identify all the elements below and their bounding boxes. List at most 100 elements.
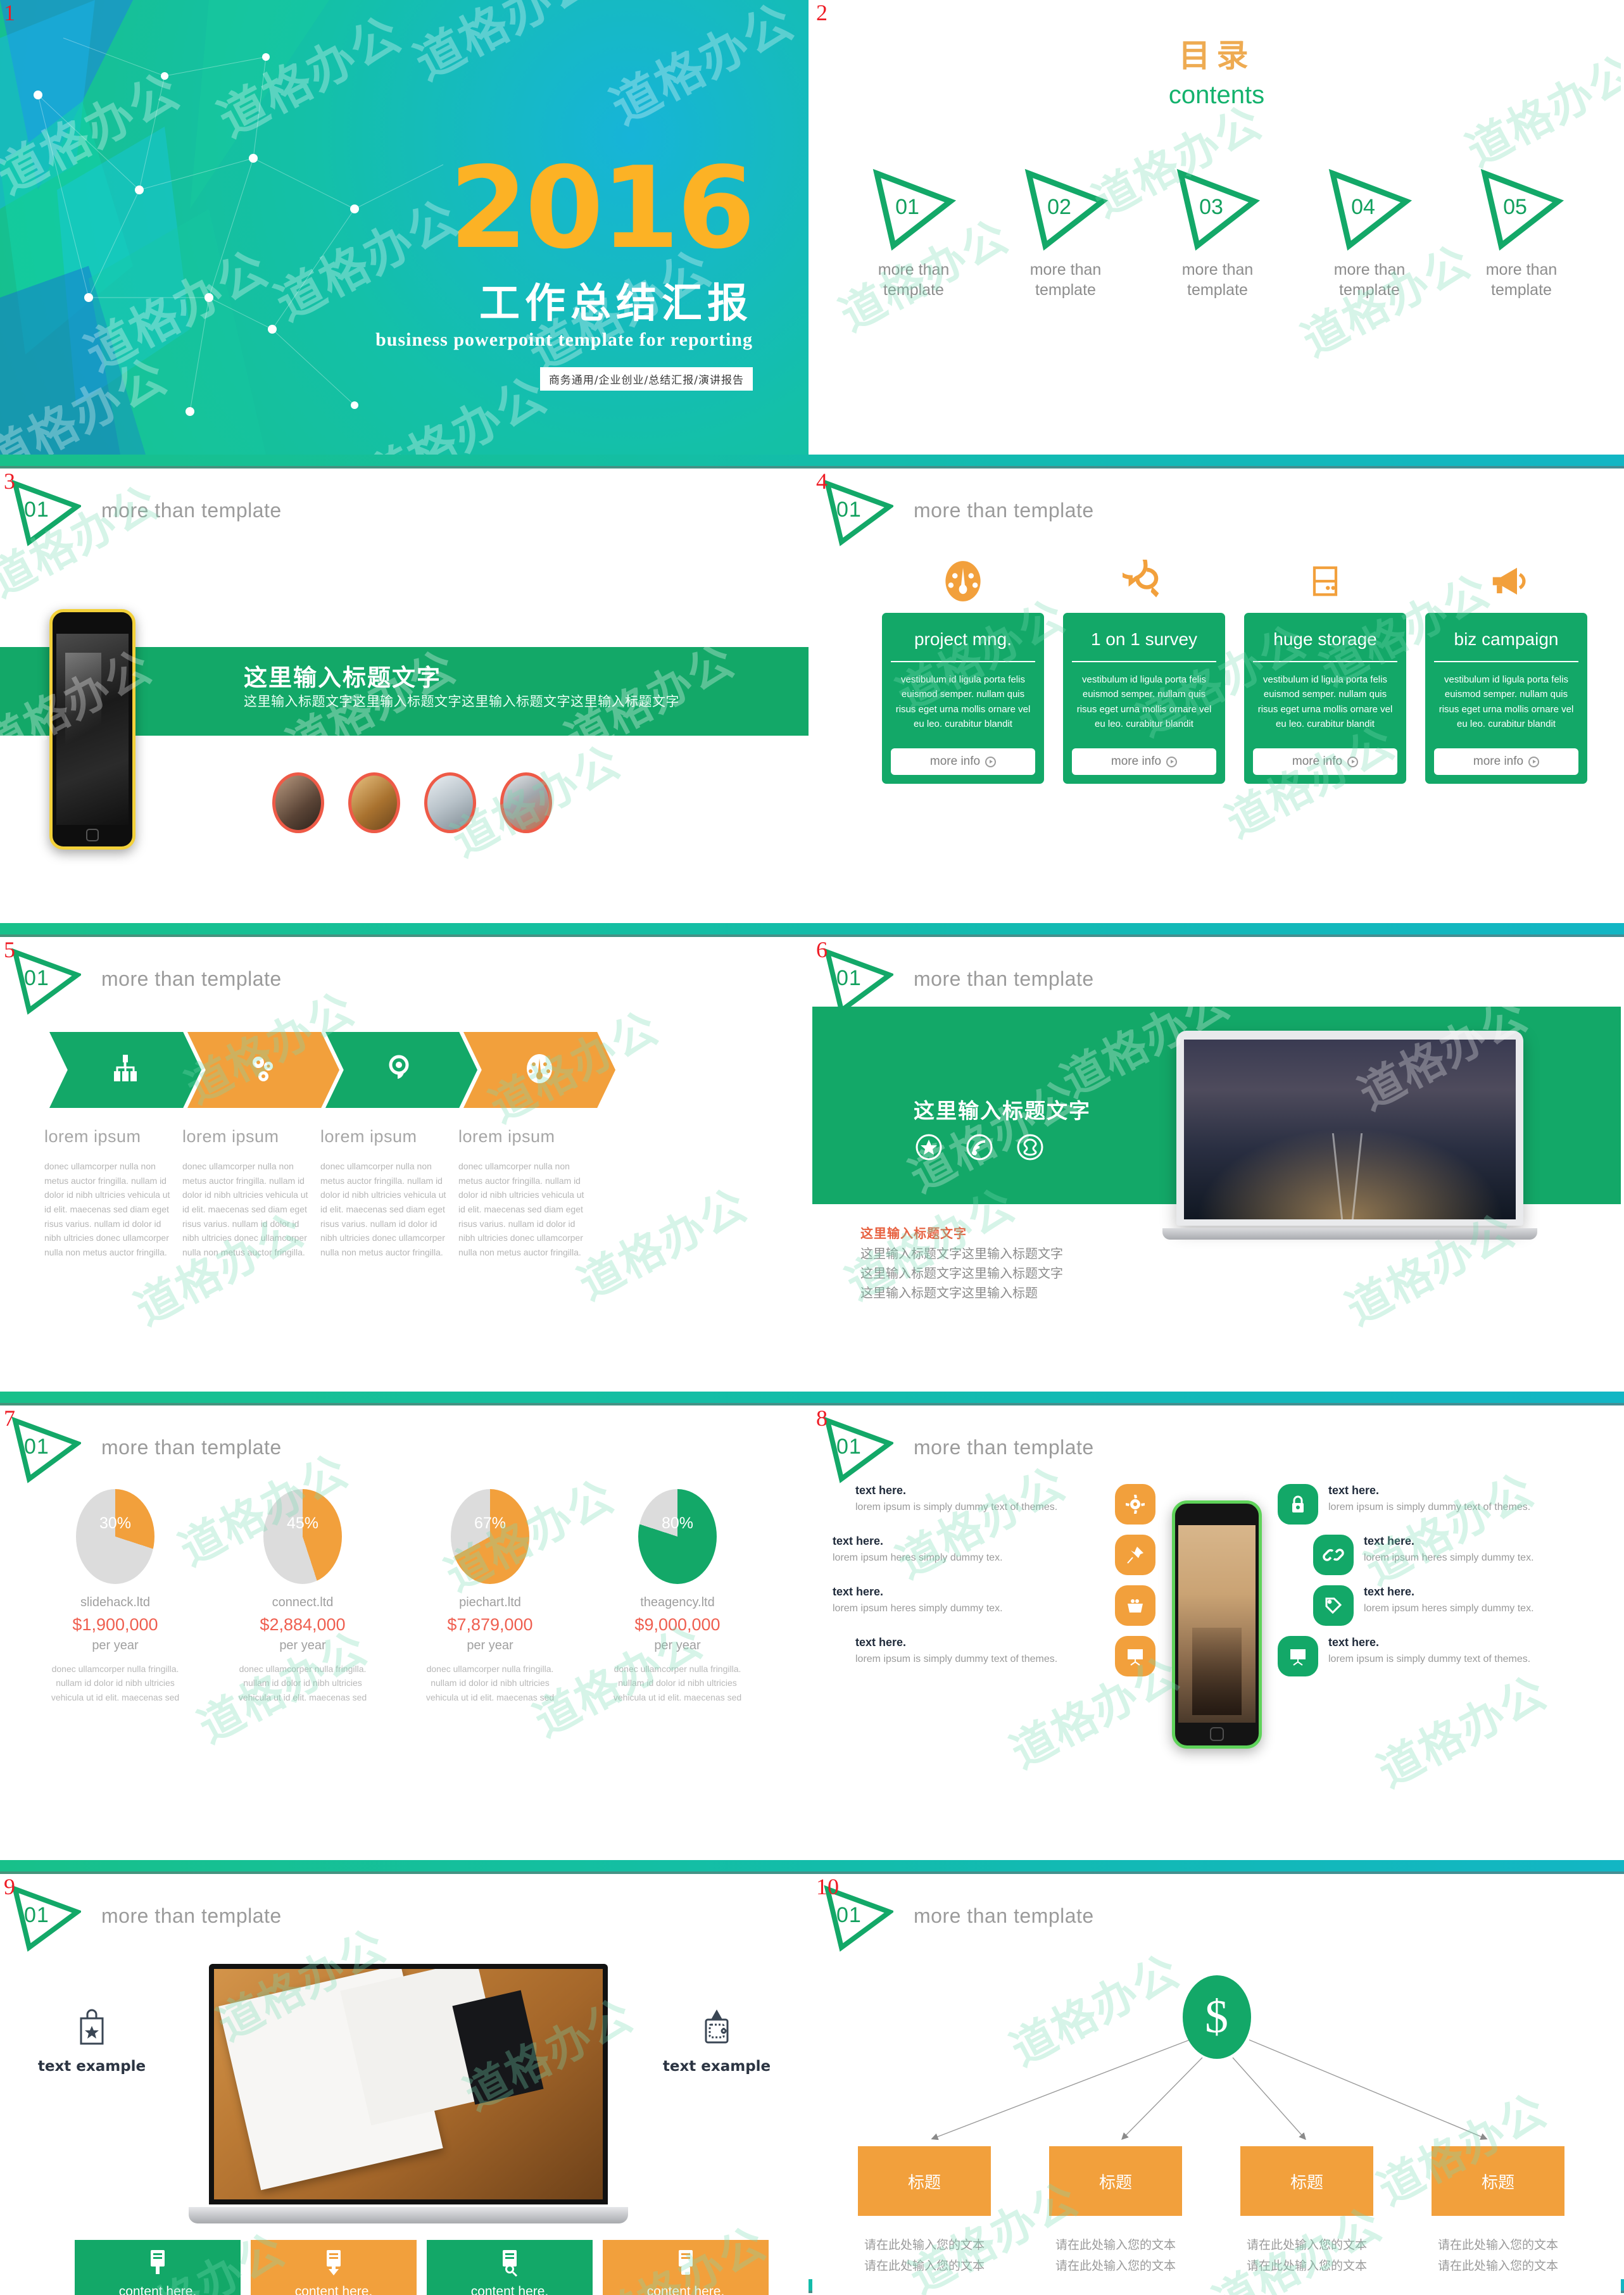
chevron-step[interactable] (325, 1032, 477, 1108)
wallet-pen-icon (700, 2009, 734, 2049)
feature-item[interactable]: text here. lorem ipsum is simply dummy t… (1278, 1636, 1613, 1676)
slide-6[interactable]: 道格办公 道格办公 道格办公 道格办公 道格办公 6 01 more than … (812, 937, 1621, 1392)
flower-icon (1016, 1133, 1044, 1164)
feature-item[interactable]: text here. lorem ipsum heres simply dumm… (820, 1585, 1155, 1626)
thumbnail-laptop[interactable] (424, 772, 476, 833)
section-header: 01 more than template (6, 946, 809, 1015)
more-info-button[interactable]: more info (1434, 748, 1578, 775)
card[interactable]: 1 on 1 survey vestibulum id ligula porta… (1063, 555, 1225, 784)
org-box-caption: 请在此处输入您的文本 请在此处输入您的文本 (1055, 2239, 1176, 2273)
more-info-label: more info (929, 755, 981, 768)
contents-item[interactable]: 01 more than template (850, 165, 977, 300)
card[interactable]: biz campaign vestibulum id ligula porta … (1425, 555, 1587, 784)
more-info-label: more info (1292, 755, 1343, 768)
laptop-base (189, 2207, 628, 2223)
section-label: more than template (914, 967, 1094, 990)
cover-year: 2016 (449, 142, 755, 274)
card-body: biz campaign vestibulum id ligula porta … (1425, 613, 1587, 784)
feature-item[interactable]: text here. lorem ipsum is simply dummy t… (1278, 1484, 1613, 1525)
card[interactable]: huge storage vestibulum id ligula porta … (1244, 555, 1406, 784)
thumbnail-camera[interactable] (272, 772, 324, 833)
contents-item-label: more than template (1333, 261, 1406, 299)
gears-icon (247, 1052, 280, 1088)
phone-home-button (86, 829, 99, 841)
feature-item[interactable]: text here. lorem ipsum is simply dummy t… (855, 1484, 1155, 1525)
more-info-button[interactable]: more info (1072, 748, 1216, 775)
org-box[interactable]: 标题 请在此处输入您的文本 请在此处输入您的文本 (1432, 2146, 1564, 2277)
slide-9[interactable]: 道格办公 道格办公 道格办公 道格办公 9 01 more than templ… (0, 1874, 809, 2295)
play-circle-icon (1528, 756, 1540, 767)
section-number: 01 (836, 498, 862, 522)
column-title: lorem ipsum (320, 1127, 417, 1146)
feature-body: lorem ipsum heres simply dummy tex. (833, 1603, 1003, 1614)
laptop-screen-image (214, 1969, 603, 2199)
column-body: donec ullamcorper nulla non metus auctor… (44, 1161, 170, 1258)
feature-text: text here. lorem ipsum is simply dummy t… (1328, 1484, 1601, 1514)
org-box[interactable]: 标题 请在此处输入您的文本 请在此处输入您的文本 (858, 2146, 991, 2277)
chevron-row (49, 1032, 615, 1108)
slide-10[interactable]: 道格办公 道格办公 道格办公 道格办公 10 01 more than temp… (812, 1874, 1621, 2295)
gear-icon (1115, 1484, 1155, 1525)
column-body: donec ullamcorper nulla non metus auctor… (320, 1161, 446, 1258)
pie-name: connect.ltd (272, 1595, 334, 1609)
feature-item[interactable]: text here. lorem ipsum is simply dummy t… (855, 1636, 1155, 1676)
slide-deck-sheet: 道格办公 道格办公 道格办公 道格办公 道格办公 道格办公 道格办公 道格办公 … (0, 0, 1624, 2295)
thumbnail-desk[interactable] (348, 772, 400, 833)
org-box[interactable]: 标题 请在此处输入您的文本 请在此处输入您的文本 (1240, 2146, 1373, 2277)
chevron-step[interactable] (463, 1032, 615, 1108)
org-chart-icon (109, 1052, 142, 1088)
pie-percent: 80% (661, 1514, 694, 1532)
chevron-step[interactable] (187, 1032, 339, 1108)
contents-item-label: more than template (878, 261, 950, 299)
contents-item[interactable]: 05 more than template (1458, 165, 1585, 300)
feature-title: text here. (855, 1636, 907, 1649)
card[interactable]: project mng. vestibulum id ligula porta … (882, 555, 1044, 784)
feature-item[interactable]: text here. lorem ipsum heres simply dumm… (820, 1535, 1155, 1575)
thumbnail-hands[interactable] (500, 772, 552, 833)
slide-7[interactable]: 道格办公 道格办公 道格办公 道格办公 7 01 more than templ… (0, 1405, 809, 1860)
chevron-step[interactable] (49, 1032, 201, 1108)
play-circle-icon (1347, 756, 1359, 767)
contents-item-number: 05 (1503, 195, 1527, 219)
pie-percent: 45% (286, 1514, 319, 1532)
pie-name: theagency.ltd (640, 1595, 715, 1609)
tile-label: content here. (118, 2284, 197, 2295)
more-info-button[interactable]: more info (1253, 748, 1397, 775)
row-separator-3 (0, 1392, 1624, 1405)
contents-title-zh: 目录 (1178, 37, 1255, 74)
slide-5[interactable]: 道格办公 道格办公 道格办公 道格办公 5 01 more than templ… (0, 937, 809, 1392)
pie-chart-item: 80% theagency.ltd $9,000,000 per year do… (595, 1489, 760, 1704)
dollar-icon: $ (1205, 1991, 1228, 2043)
slide-number: 8 (816, 1405, 828, 1431)
content-tile[interactable]: content here. (603, 2240, 769, 2295)
laptop-base (1162, 1228, 1537, 1240)
slide-1-cover[interactable]: 道格办公 道格办公 道格办公 道格办公 道格办公 道格办公 道格办公 道格办公 … (0, 0, 809, 455)
org-box[interactable]: 标题 请在此处输入您的文本 请在此处输入您的文本 (1049, 2146, 1182, 2277)
feature-item[interactable]: text here. lorem ipsum heres simply dumm… (1313, 1535, 1613, 1575)
more-info-button[interactable]: more info (891, 748, 1035, 775)
side-icon-label: text example (662, 2058, 771, 2075)
content-tile[interactable]: content here. (251, 2240, 417, 2295)
contents-item[interactable]: 03 more than template (1154, 165, 1281, 300)
content-tile[interactable]: content here. (427, 2240, 593, 2295)
org-box-head: 标题 (1240, 2146, 1373, 2216)
card-title: huge storage (1253, 613, 1397, 662)
laptop-mockup (1162, 1031, 1537, 1240)
slide-3[interactable]: 道格办公 道格办公 道格办公 道格办公 道格办公 3 01 more than … (0, 468, 809, 923)
tile-label: content here. (646, 2284, 725, 2295)
org-box-caption: 请在此处输入您的文本 请在此处输入您的文本 (864, 2239, 985, 2273)
content-tile[interactable]: content here. (75, 2240, 241, 2295)
phone-mockup (49, 609, 135, 850)
side-icon-left: text example (19, 2007, 165, 2075)
slide-8[interactable]: 道格办公 道格办公 道格办公 道格办公 8 01 more than templ… (812, 1405, 1621, 1860)
pie-chart-item: 30% slidehack.ltd $1,900,000 per year do… (33, 1489, 198, 1704)
feature-item[interactable]: text here. lorem ipsum heres simply dumm… (1313, 1585, 1613, 1626)
slide-4[interactable]: 道格办公 道格办公 道格办公 道格办公 4 01 more than templ… (812, 468, 1621, 923)
contents-item[interactable]: 04 more than template (1306, 165, 1433, 300)
slide-2-contents[interactable]: 道格办公 道格办公 道格办公 道格办公 2 目录 contents 01 mor… (812, 0, 1621, 455)
card-title: biz campaign (1434, 613, 1578, 662)
laptop-body (1176, 1031, 1523, 1226)
contents-item[interactable]: 02 more than template (1002, 165, 1129, 300)
org-box-caption: 请在此处输入您的文本 请在此处输入您的文本 (1246, 2239, 1367, 2273)
tile-label: content here. (470, 2284, 549, 2295)
